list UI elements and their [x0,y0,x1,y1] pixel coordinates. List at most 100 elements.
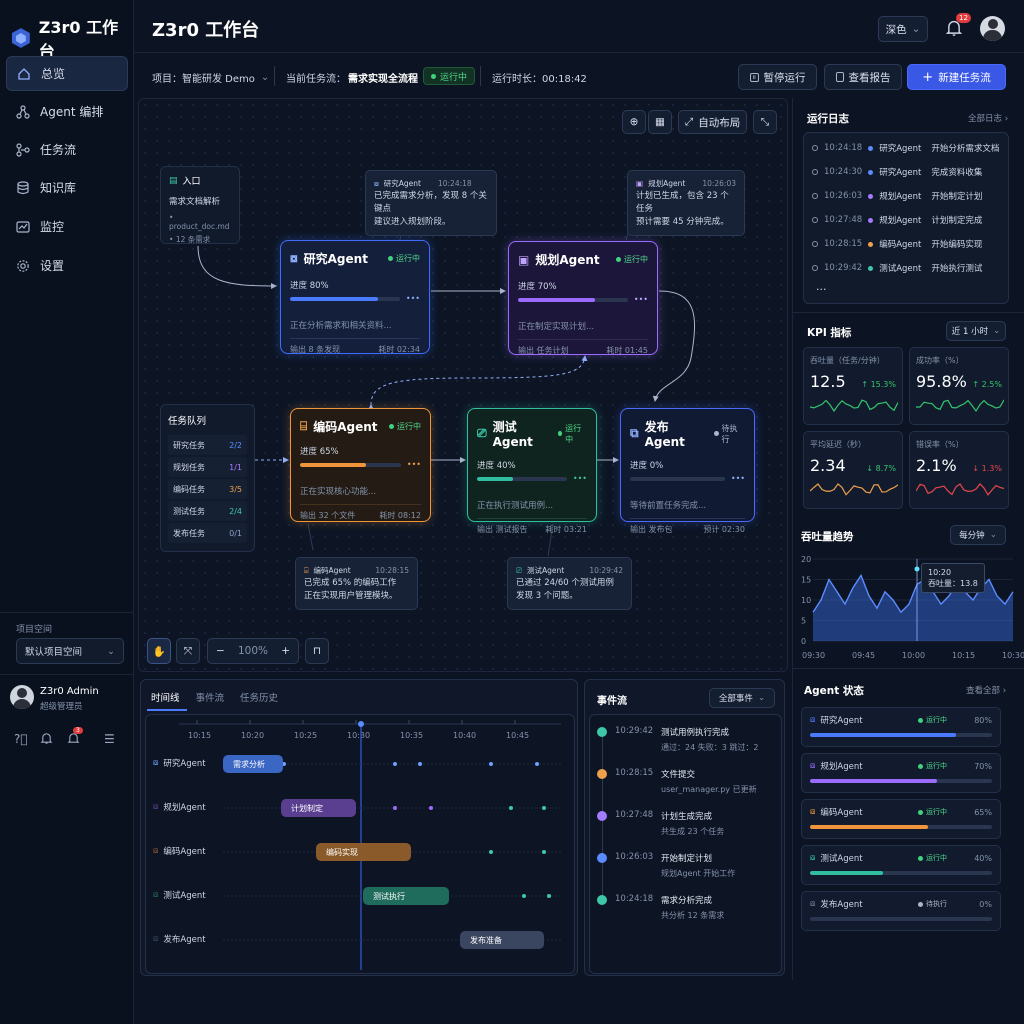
node-code[interactable]: ⌸ 编码Agent 运行中 进度 65% ••• 正在实现核心功能... 输出 3… [290,408,431,522]
agent-icon: ⧇ [810,715,816,725]
divider [274,66,275,86]
kpi-card[interactable]: 错误率（%） 2.1% ↓ 1.3% [909,431,1009,509]
log-all-link[interactable]: 全部日志 › [968,112,1008,124]
timeline-bar[interactable]: 需求分析 [223,755,283,773]
avatar[interactable] [10,685,34,709]
timeline-bar[interactable]: 发布准备 [460,931,544,949]
event-dot [393,762,397,766]
tip-test: ⎚ 测试Agent 10:29:42 已通过 24/60 个测试用例 发现 3 个问题… [507,557,632,610]
workspace-select[interactable]: 默认项目空间 ⌄ [16,638,124,664]
project-select[interactable]: 项目：智能研发 Demo ⌄ [152,70,269,85]
x-tick-label: 10:00 [902,651,925,660]
page-title: Z3r0 工作台 [152,20,260,41]
queue-row[interactable]: 发布任务 0/1 [168,523,247,543]
node-test[interactable]: ⎚ 测试Agent 运行中 进度 40% ••• 正在执行测试用例... 输出 测… [467,408,597,534]
log-more: ... [816,280,827,293]
header-avatar[interactable] [980,16,1005,41]
progress-bar [630,476,725,481]
zoom-in-icon[interactable]: + [281,645,290,657]
nav-item-flow[interactable]: 任务流 [6,132,128,167]
x-tick-label: 10:30 [1002,651,1024,660]
time: 预计 02:30 [703,525,745,534]
theme-select[interactable]: 深色 ⌄ [878,16,928,42]
time-tick: 10:30 [347,731,370,740]
bell-icon[interactable] [40,732,53,748]
throughput-range-select[interactable]: 每分钟 ⌄ [950,525,1006,545]
now-marker [358,721,364,727]
nav-item-monitor[interactable]: 监控 [6,209,128,244]
hand-tool-icon[interactable]: ✋ [147,638,171,664]
agent-icon: ⧇ [810,807,816,817]
nav-item-overview[interactable]: 总览 [6,56,128,91]
lock-icon[interactable]: ⊓ [305,638,329,664]
chevron-down-icon: ⌄ [107,645,115,657]
agent-status-row[interactable]: ⧇ 发布Agent 待执行 0% [801,891,1001,931]
event-row[interactable]: 10:26:03 开始制定计划 规划Agent 开始工作 [597,852,777,879]
log-row[interactable]: 10:29:42 测试Agent 开始执行测试 [812,256,1000,280]
progress-label: 进度 70% [518,282,557,292]
agent-status-row[interactable]: ⧇ 编码Agent 运行中 65% [801,799,1001,839]
agent-status-row[interactable]: ⧇ 测试Agent 运行中 40% [801,845,1001,885]
tip-plan: ▣ 规划Agent 10:26:03 计划已生成，包含 23 个任务 预计需要 45 … [627,170,745,236]
home-icon [18,67,30,80]
event-row[interactable]: 10:28:15 文件提交 user_manager.py 已更新 [597,768,777,795]
queue-row[interactable]: 规划任务 1/1 [168,457,247,477]
nav-item-knowledge[interactable]: 知识库 [6,170,128,205]
events-title: 事件流 [597,696,627,707]
queue-row[interactable]: 测试任务 2/4 [168,501,247,521]
kpi-card[interactable]: 吞吐量（任务/分钟） 12.5 ↑ 15.3% [803,347,903,425]
event-row[interactable]: 10:24:18 需求分析完成 共分析 12 条需求 [597,894,777,921]
kpi-card[interactable]: 平均延迟（秒） 2.34 ↓ 8.7% [803,431,903,509]
help-icon[interactable]: ?⃝ [14,732,28,746]
tip-code: ⌸ 编码Agent 10:28:15 已完成 65% 的编码工作 正在实现用户管理模块… [295,557,418,610]
agent-status-row[interactable]: ⧇ 规划Agent 运行中 70% [801,753,1001,793]
node-desc: 等待前置任务完成... [630,501,707,511]
queue-row[interactable]: 编码任务 3/5 [168,479,247,499]
nav-item-agent[interactable]: Agent 编排 [6,94,128,129]
agent-status-row[interactable]: ⧇ 研究Agent 运行中 80% [801,707,1001,747]
timeline-bar[interactable]: 编码实现 [316,843,411,861]
agent-status-all-link[interactable]: 查看全部 › [966,684,1006,696]
timeline-bar[interactable]: 计划制定 [281,799,356,817]
zoom-control[interactable]: − 100% + [207,638,299,664]
log-row[interactable]: 10:28:15 编码Agent 开始编码实现 [812,232,1000,256]
output: 输出 发布包 [630,525,673,534]
zoom-out-icon[interactable]: − [216,645,225,657]
timeline-panel: 时间线 事件流 任务历史 10:15 10:20 10:25 10:30 10:35 10:4… [140,679,578,976]
timeline-bar[interactable]: 测试执行 [363,887,449,905]
log-row[interactable]: 10:24:30 研究Agent 完成资料收集 [812,160,1000,184]
kpi-range-select[interactable]: 近 1 小时 ⌄ [946,321,1006,341]
menu-icon[interactable]: ☰ [104,732,115,746]
nav-label: Agent 编排 [40,105,104,119]
brand[interactable]: Z3r0 工作台 [10,14,133,62]
throughput-chart: 0 5 10 15 20 09:30 09:45 10:00 10:15 10:30 [801,555,1024,660]
kpi-card[interactable]: 成功率（%） 95.8% ↑ 2.5% [909,347,1009,425]
event-row[interactable]: 10:29:42 测试用例执行完成 通过：24 失败：3 跳过：2 [597,726,777,753]
theme-value: 深色 [885,23,907,36]
progress-label: 进度 65% [300,447,339,457]
progress-bar [518,297,628,302]
node-research[interactable]: ⧇ 研究Agent 运行中 进度 80% ••• 正在分析需求和相关资料... 输… [280,240,430,354]
report-button[interactable]: 查看报告 [824,64,902,90]
log-row[interactable]: 10:27:48 规划Agent 计划制定完成 [812,208,1000,232]
log-row[interactable]: 10:26:03 规划Agent 开始制定计划 [812,184,1000,208]
log-row[interactable]: 10:24:18 研究Agent 开始分析需求文档 [812,136,1000,160]
current-flow: 当前任务流： 需求实现全流程 [286,70,418,85]
notification-icon[interactable]: 3 [67,727,83,748]
header-bell-icon[interactable]: 12 [945,13,971,40]
entry-card[interactable]: ▤ 入口 需求文档解析 • product_doc.md • 12 条需求 [160,166,240,244]
progress-bar [810,733,992,737]
node-plan[interactable]: ▣ 规划Agent 运行中 进度 70% ••• 正在制定实现计划... 输出 任… [508,241,658,355]
new-flow-button[interactable]: + 新建任务流 [907,64,1006,90]
nav-label: 监控 [40,220,65,234]
event-row[interactable]: 10:27:48 计划生成完成 共生成 23 个任务 [597,810,777,837]
pause-button[interactable]: ॥ 暂停运行 [738,64,817,90]
output: 输出 任务计划 [518,346,569,355]
fit-icon[interactable]: ⤧ [176,638,200,664]
nav-item-settings[interactable]: 设置 [6,248,128,283]
agent-icon: ⧇ [153,758,159,768]
queue-row[interactable]: 研究任务 2/2 [168,435,247,455]
events-filter[interactable]: 全部事件 ⌄ [709,688,775,708]
node-release[interactable]: ⧉ 发布Agent 待执行 进度 0% ••• 等待前置任务完成... 输出 发布… [620,408,755,534]
workspace-value: 默认项目空间 [25,647,83,658]
